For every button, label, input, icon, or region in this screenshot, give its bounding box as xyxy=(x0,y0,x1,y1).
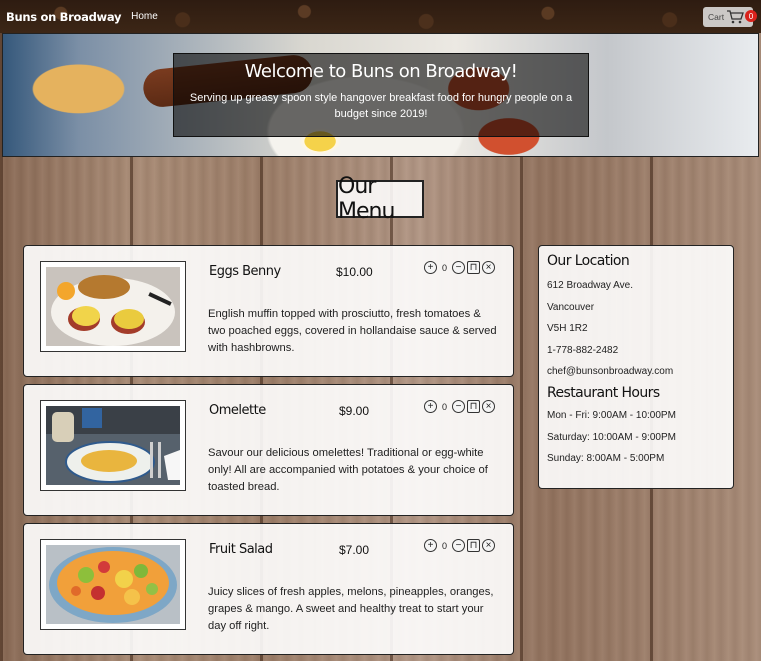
quantity-value: 0 xyxy=(442,540,448,551)
info-sidebar: Our Location 612 Broadway Ave. Vancouver… xyxy=(538,245,734,489)
address-street: 612 Broadway Ave. xyxy=(547,280,633,291)
clear-item-icon[interactable]: × xyxy=(482,261,496,274)
remove-quantity-icon[interactable]: − xyxy=(452,400,466,413)
add-to-cart-icon[interactable]: ⊓ xyxy=(467,400,481,413)
location-heading: Our Location xyxy=(547,253,630,269)
item-image-frame xyxy=(40,400,186,491)
omelette-image xyxy=(46,406,180,485)
item-name: Eggs Benny xyxy=(209,264,281,279)
item-name: Omelette xyxy=(209,403,266,418)
menu-item-card: Omelette $9.00 + 0 − ⊓ × Savour our deli… xyxy=(23,384,514,516)
brand-logo[interactable]: Buns on Broadway xyxy=(6,10,121,24)
add-quantity-icon[interactable]: + xyxy=(424,261,437,274)
email-address: chef@bunsonbroadway.com xyxy=(547,366,674,378)
quantity-value: 0 xyxy=(442,401,448,412)
phone-number: 1-778-882-2482 xyxy=(547,344,619,356)
cart-count-badge: 0 xyxy=(745,10,757,22)
quantity-controls: + 0 − ⊓ × xyxy=(424,539,496,552)
remove-quantity-icon[interactable]: − xyxy=(452,539,466,552)
remove-quantity-icon[interactable]: − xyxy=(452,261,466,274)
hero-overlay: Welcome to Buns on Broadway! Serving up … xyxy=(173,53,589,137)
clear-item-icon[interactable]: × xyxy=(482,400,496,413)
cart-label: Cart xyxy=(708,12,725,22)
item-image-frame xyxy=(40,261,186,352)
item-image-frame xyxy=(40,539,186,630)
fruit-salad-image xyxy=(46,545,180,624)
item-description: Juicy slices of fresh apples, melons, pi… xyxy=(208,586,494,632)
item-price: $7.00 xyxy=(339,543,370,557)
hero-subtitle: Serving up greasy spoon style hangover b… xyxy=(189,92,573,120)
menu-heading: Our Menu xyxy=(336,174,424,224)
add-quantity-icon[interactable]: + xyxy=(424,400,437,413)
add-to-cart-icon[interactable]: ⊓ xyxy=(467,261,481,274)
hours-sunday: Sunday: 8:00AM - 5:00PM xyxy=(547,453,665,465)
address-city: Vancouver xyxy=(547,301,595,313)
item-price: $9.00 xyxy=(339,404,370,418)
hours-heading: Restaurant Hours xyxy=(547,384,660,401)
hero-title: Welcome to Buns on Broadway! xyxy=(244,61,518,82)
nav-home-link[interactable]: Home xyxy=(131,11,158,22)
item-name: Fruit Salad xyxy=(209,542,273,557)
item-description: English muffin topped with prosciutto, f… xyxy=(208,308,497,354)
item-price: $10.00 xyxy=(336,265,373,279)
cart-icon xyxy=(727,10,744,24)
clear-item-icon[interactable]: × xyxy=(482,539,496,552)
add-quantity-icon[interactable]: + xyxy=(424,539,437,552)
quantity-controls: + 0 − ⊓ × xyxy=(424,400,496,413)
quantity-controls: + 0 − ⊓ × xyxy=(424,261,496,274)
quantity-value: 0 xyxy=(442,262,448,273)
item-description: Savour our delicious omelettes! Traditio… xyxy=(208,447,488,493)
eggs-benny-image xyxy=(46,267,180,346)
address-postal-code: V5H 1R2 xyxy=(547,323,588,335)
add-to-cart-icon[interactable]: ⊓ xyxy=(467,539,481,552)
menu-item-card: Eggs Benny $10.00 + 0 − ⊓ × English muff… xyxy=(23,245,514,377)
top-nav: Buns on Broadway Home Cart 0 xyxy=(0,0,761,33)
hero-banner: Welcome to Buns on Broadway! Serving up … xyxy=(2,33,759,157)
menu-item-card: Fruit Salad $7.00 + 0 − ⊓ × Juicy slices… xyxy=(23,523,514,655)
cart-button[interactable]: Cart 0 xyxy=(703,7,757,27)
hours-weekday: Mon - Fri: 9:00AM - 10:00PM xyxy=(547,409,676,421)
hours-saturday: Saturday: 10:00AM - 9:00PM xyxy=(547,431,676,443)
